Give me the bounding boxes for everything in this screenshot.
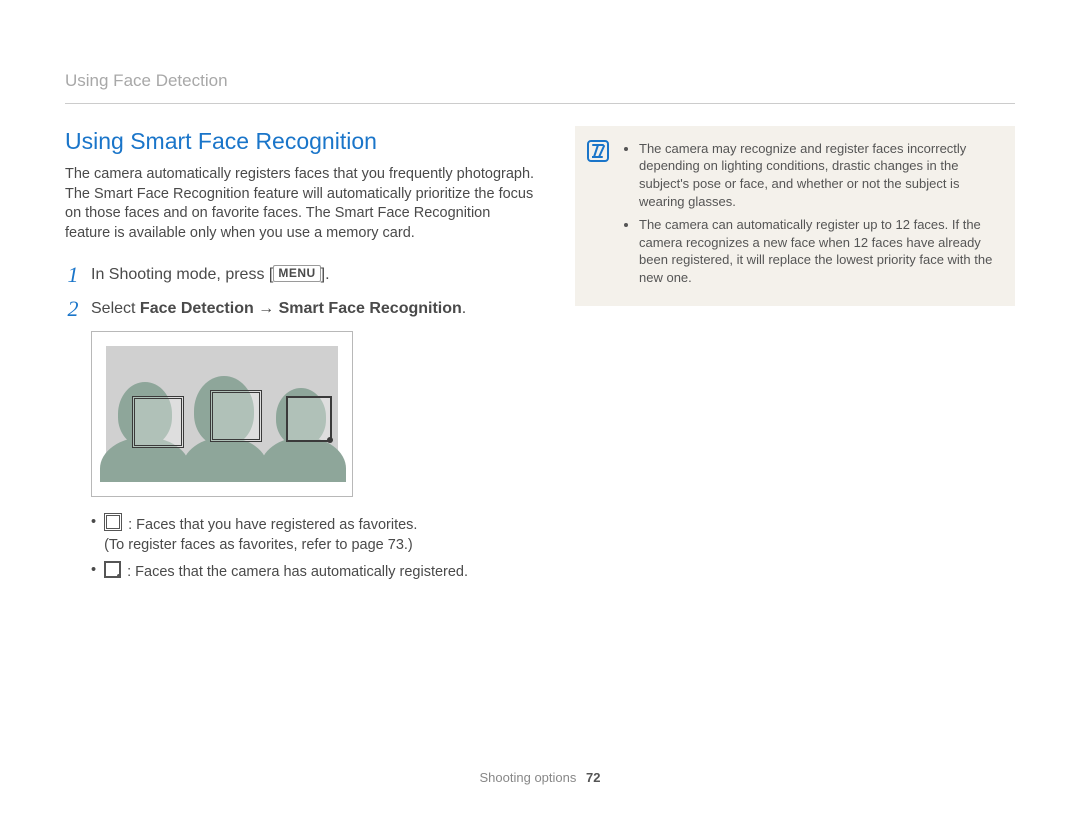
step2-suffix: . bbox=[462, 300, 466, 317]
note-list: The camera may recognize and register fa… bbox=[625, 140, 999, 286]
section-title: Using Smart Face Recognition bbox=[65, 126, 535, 157]
step2-strong1: Face Detection bbox=[140, 300, 254, 317]
favorite-face-box-icon bbox=[132, 396, 184, 448]
step-1: 1 In Shooting mode, press [MENU]. bbox=[65, 263, 535, 287]
page-number: 72 bbox=[586, 770, 600, 785]
intro-paragraph: The camera automatically registers faces… bbox=[65, 165, 535, 243]
step1-suffix: ]. bbox=[321, 266, 330, 283]
favorite-face-box-icon bbox=[210, 390, 262, 442]
manual-page: Using Face Detection Using Smart Face Re… bbox=[0, 0, 1080, 815]
right-column: The camera may recognize and register fa… bbox=[575, 126, 1015, 306]
step2-arrow: → bbox=[254, 300, 279, 317]
favorite-box-icon bbox=[104, 513, 122, 531]
step2-prefix: Select bbox=[91, 300, 140, 317]
legend-row-auto: • : Faces that the camera has automatica… bbox=[91, 561, 535, 583]
note-item: The camera can automatically register up… bbox=[639, 216, 999, 286]
bullet-icon: • bbox=[91, 561, 96, 583]
left-column: Using Smart Face Recognition The camera … bbox=[65, 126, 535, 589]
step-2: 2 Select Face Detection → Smart Face Rec… bbox=[65, 297, 535, 321]
step-number: 2 bbox=[65, 297, 81, 321]
legend-auto-text: : Faces that the camera has automaticall… bbox=[123, 564, 468, 580]
auto-face-box-icon bbox=[286, 396, 332, 442]
auto-box-icon bbox=[104, 561, 121, 578]
legend-row-favorite: • : Faces that you have registered as fa… bbox=[91, 513, 535, 555]
footer-section: Shooting options bbox=[480, 770, 577, 785]
illustration-frame bbox=[91, 331, 353, 497]
step-text: In Shooting mode, press [MENU]. bbox=[91, 263, 330, 287]
divider bbox=[65, 103, 1015, 104]
note-box: The camera may recognize and register fa… bbox=[575, 126, 1015, 306]
step1-prefix: In Shooting mode, press [ bbox=[91, 266, 273, 283]
page-footer: Shooting options 72 bbox=[0, 769, 1080, 787]
step-text: Select Face Detection → Smart Face Recog… bbox=[91, 297, 466, 321]
step-number: 1 bbox=[65, 263, 81, 287]
step2-strong2: Smart Face Recognition bbox=[279, 300, 462, 317]
breadcrumb: Using Face Detection bbox=[65, 70, 1015, 93]
menu-button-icon: MENU bbox=[273, 265, 320, 282]
illustration bbox=[106, 346, 338, 482]
note-icon bbox=[587, 140, 609, 162]
legend-fav-text: : Faces that you have registered as favo… bbox=[124, 517, 417, 533]
note-item: The camera may recognize and register fa… bbox=[639, 140, 999, 210]
legend-fav-sub: (To register faces as favorites, refer t… bbox=[104, 537, 413, 553]
legend: • : Faces that you have registered as fa… bbox=[91, 513, 535, 583]
bullet-icon: • bbox=[91, 513, 96, 555]
two-column-layout: Using Smart Face Recognition The camera … bbox=[65, 126, 1015, 589]
